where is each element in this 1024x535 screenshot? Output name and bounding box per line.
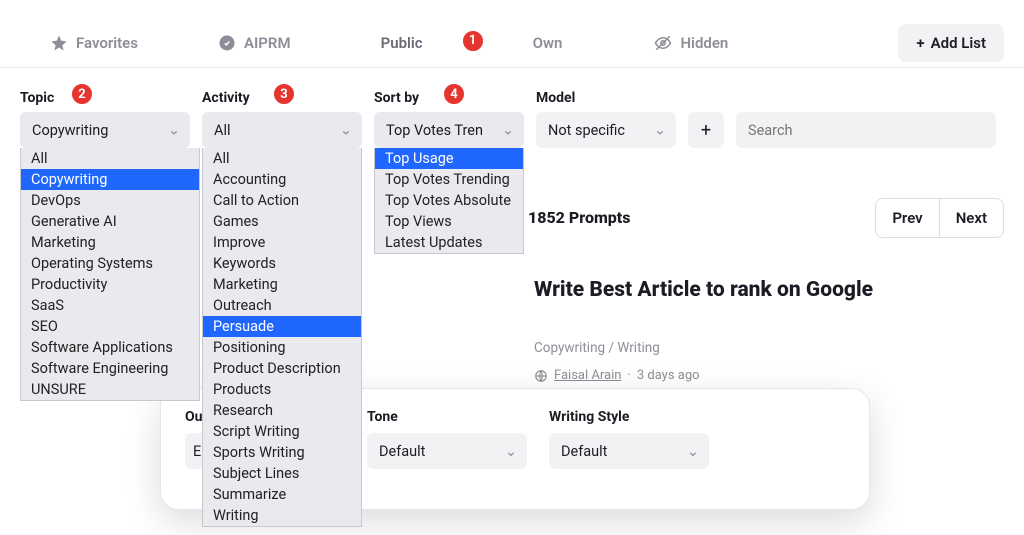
prev-button[interactable]: Prev — [876, 199, 938, 237]
dropdown-item[interactable]: Sports Writing — [203, 442, 361, 463]
separator: · — [627, 368, 630, 383]
star-icon — [50, 34, 68, 52]
dropdown-item[interactable]: Top Votes Trending — [375, 169, 523, 190]
pager: Prev Next — [875, 198, 1004, 238]
tab-own[interactable]: Own — [533, 24, 563, 62]
annotation-1: 1 — [461, 29, 485, 53]
dropdown-item[interactable]: Software Applications — [21, 337, 199, 358]
sort-select[interactable]: Top Votes Tren ⌄ — [374, 112, 524, 148]
dropdown-item[interactable]: Productivity — [21, 274, 199, 295]
dropdown-item[interactable]: Persuade — [203, 316, 361, 337]
sort-value: Top Votes Tren — [386, 122, 483, 139]
annotation-4: 4 — [442, 82, 466, 106]
dropdown-item[interactable]: Top Usage — [375, 148, 523, 169]
topic-select[interactable]: Copywriting ⌄ — [20, 112, 190, 148]
dropdown-item[interactable]: Summarize — [203, 484, 361, 505]
dropdown-item[interactable]: SEO — [21, 316, 199, 337]
annotation-2: 2 — [70, 82, 94, 106]
dropdown-item[interactable]: UNSURE — [21, 379, 199, 400]
dropdown-item[interactable]: Products — [203, 379, 361, 400]
prompt-card-title[interactable]: Write Best Article to rank on Google — [534, 276, 934, 304]
sort-dropdown: Top UsageTop Votes TrendingTop Votes Abs… — [374, 148, 524, 254]
chevron-down-icon: ⌄ — [168, 122, 180, 139]
dropdown-item[interactable]: Outreach — [203, 295, 361, 316]
tab-label: Public — [381, 34, 423, 52]
dropdown-item[interactable]: Subject Lines — [203, 463, 361, 484]
activity-value: All — [214, 122, 231, 139]
dropdown-item[interactable]: Copywriting — [21, 169, 199, 190]
next-button[interactable]: Next — [939, 199, 1003, 237]
prompt-card-age: 3 days ago — [637, 368, 700, 383]
tab-aiprm[interactable]: AIPRM — [218, 24, 291, 62]
controls-row: Topic Copywriting ⌄ 2 AllCopywritingDevO… — [0, 68, 1024, 148]
tab-label: Favorites — [76, 34, 138, 52]
verified-icon — [218, 34, 236, 52]
model-value: Not specific — [548, 122, 625, 139]
dropdown-item[interactable]: Marketing — [21, 232, 199, 253]
dropdown-item[interactable]: All — [21, 148, 199, 169]
activity-dropdown: AllAccountingCall to ActionGamesImproveK… — [202, 148, 362, 527]
style-value: Default — [561, 443, 607, 460]
dropdown-item[interactable]: Script Writing — [203, 421, 361, 442]
tab-public[interactable]: Public — [381, 24, 423, 62]
prompt-card-author[interactable]: Faisal Arain — [554, 368, 621, 383]
tone-select[interactable]: Default ⌄ — [367, 433, 527, 469]
dropdown-item[interactable]: Operating Systems — [21, 253, 199, 274]
dropdown-item[interactable]: SaaS — [21, 295, 199, 316]
search-input[interactable] — [736, 112, 996, 148]
dropdown-item[interactable]: Software Engineering — [21, 358, 199, 379]
tab-bar: Favorites AIPRM Public 1 Own Hidden + Ad — [0, 0, 1024, 68]
tone-label: Tone — [367, 409, 527, 425]
dropdown-item[interactable]: Keywords — [203, 253, 361, 274]
chevron-down-icon: ⌄ — [340, 122, 352, 139]
dropdown-item[interactable]: Product Description — [203, 358, 361, 379]
dropdown-item[interactable]: Writing — [203, 505, 361, 526]
plus-icon: + — [701, 120, 711, 141]
tab-label: AIPRM — [244, 34, 291, 52]
prompt-count: 1852 Prompts — [528, 208, 630, 227]
dropdown-item[interactable]: Top Views — [375, 211, 523, 232]
annotation-3: 3 — [272, 82, 296, 106]
eye-off-icon — [654, 34, 672, 52]
dropdown-item[interactable]: Generative AI — [21, 211, 199, 232]
add-filter-button[interactable]: + — [688, 112, 724, 148]
dropdown-item[interactable]: Latest Updates — [375, 232, 523, 253]
dropdown-item[interactable]: Games — [203, 211, 361, 232]
prompt-card-category: Copywriting / Writing — [534, 340, 660, 356]
chevron-down-icon: ⌄ — [654, 122, 666, 139]
dropdown-item[interactable]: Marketing — [203, 274, 361, 295]
tab-label: Own — [533, 34, 563, 52]
topic-value: Copywriting — [32, 122, 108, 139]
chevron-down-icon: ⌄ — [687, 443, 699, 460]
topic-label: Topic — [20, 90, 190, 106]
topic-dropdown: AllCopywritingDevOpsGenerative AIMarketi… — [20, 148, 200, 401]
prompt-card-meta: Faisal Arain · 3 days ago — [534, 368, 700, 383]
dropdown-item[interactable]: Top Votes Absolute — [375, 190, 523, 211]
activity-select[interactable]: All ⌄ — [202, 112, 362, 148]
dropdown-item[interactable]: Accounting — [203, 169, 361, 190]
dropdown-item[interactable]: Positioning — [203, 337, 361, 358]
tab-hidden[interactable]: Hidden — [654, 24, 728, 62]
style-select[interactable]: Default ⌄ — [549, 433, 709, 469]
model-label: Model — [536, 90, 676, 106]
dropdown-item[interactable]: DevOps — [21, 190, 199, 211]
style-label: Writing Style — [549, 409, 709, 425]
dropdown-item[interactable]: Research — [203, 400, 361, 421]
dropdown-item[interactable]: All — [203, 148, 361, 169]
model-select[interactable]: Not specific ⌄ — [536, 112, 676, 148]
plus-icon: + — [916, 34, 924, 52]
tone-value: Default — [379, 443, 425, 460]
add-list-label: Add List — [931, 34, 986, 52]
chevron-down-icon: ⌄ — [505, 443, 517, 460]
globe-icon — [534, 369, 548, 383]
tab-label: Hidden — [680, 34, 728, 52]
dropdown-item[interactable]: Improve — [203, 232, 361, 253]
dropdown-item[interactable]: Call to Action — [203, 190, 361, 211]
tab-favorites[interactable]: Favorites — [50, 24, 138, 62]
chevron-down-icon: ⌄ — [502, 122, 514, 139]
add-list-button[interactable]: + Add List — [898, 24, 1004, 62]
